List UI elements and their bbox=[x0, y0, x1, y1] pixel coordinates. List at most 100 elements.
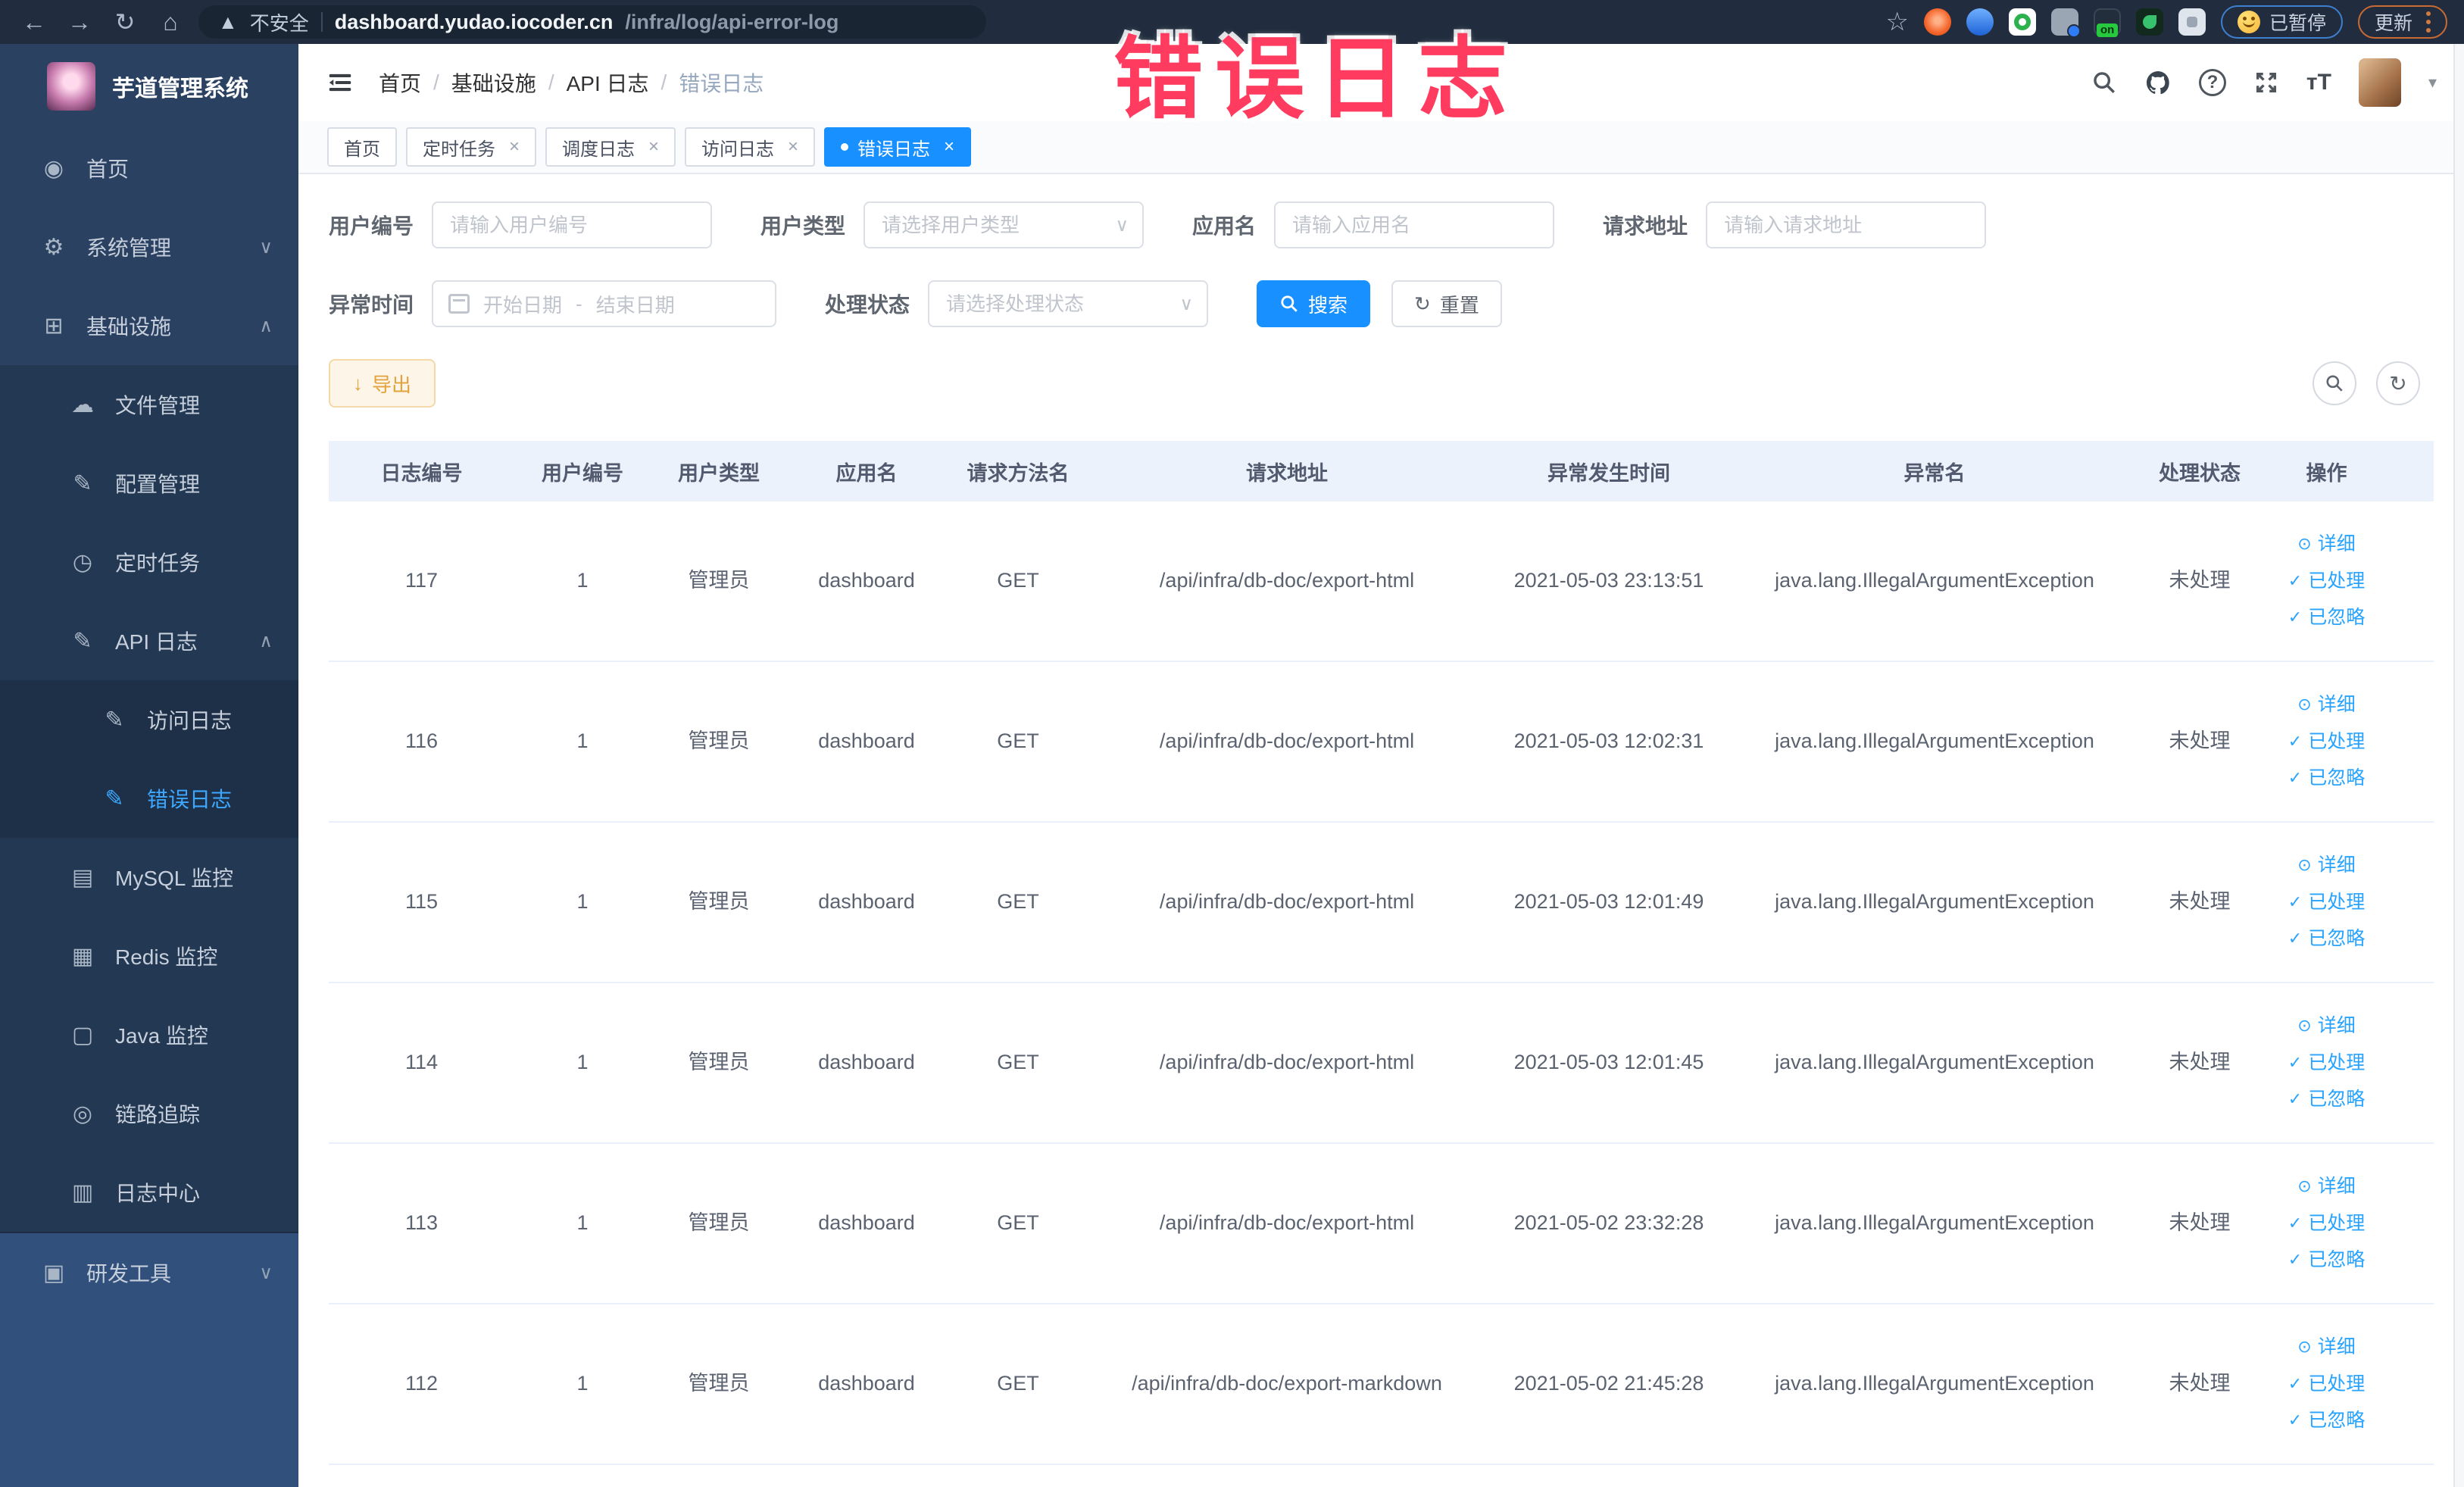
sidebar-item-9[interactable]: ▤ MySQL 监控 bbox=[0, 838, 298, 917]
extension-orange-icon[interactable] bbox=[1923, 8, 1951, 36]
sidebar-item-5[interactable]: ◷ 定时任务 bbox=[0, 523, 298, 601]
search-icon[interactable] bbox=[2091, 70, 2117, 95]
action-detail-link[interactable]: ⊙ 详细 bbox=[2297, 1335, 2355, 1360]
cell-actions: ⊙ 详细 ✓ 已处理 ✓ 已忽略 bbox=[2264, 853, 2389, 951]
table-row: 114 1 管理员 dashboard GET/api/infra/db-doc/exp… bbox=[329, 983, 2434, 1144]
action-detail-link[interactable]: ⊙ 详细 bbox=[2297, 692, 2355, 717]
sidebar-item-11[interactable]: ▢ Java 监控 bbox=[0, 995, 298, 1074]
action-ignored-link[interactable]: ✓ 已忽略 bbox=[2288, 605, 2365, 630]
help-icon[interactable]: ? bbox=[2198, 69, 2226, 96]
profile-paused-badge[interactable]: 已暂停 bbox=[2220, 5, 2343, 39]
sidebar-item-6[interactable]: ✎ API 日志 ∧ bbox=[0, 601, 298, 680]
github-icon[interactable] bbox=[2144, 69, 2172, 96]
action-detail-link[interactable]: ⊙ 详细 bbox=[2297, 853, 2355, 878]
action-processed-link[interactable]: ✓ 已处理 bbox=[2288, 569, 2365, 594]
action-ignored-link[interactable]: ✓ 已忽略 bbox=[2288, 926, 2365, 951]
scrollbar[interactable] bbox=[2453, 44, 2464, 1487]
extension-grid-icon[interactable] bbox=[2050, 8, 2081, 38]
action-detail-link[interactable]: ⊙ 详细 bbox=[2297, 1014, 2355, 1039]
refresh-table-button[interactable]: ↻ bbox=[2376, 361, 2420, 405]
sidebar-item-label: MySQL 监控 bbox=[115, 867, 234, 890]
process-status-select[interactable] bbox=[928, 280, 1209, 327]
close-icon[interactable]: × bbox=[788, 136, 798, 158]
action-label: 已处理 bbox=[2308, 1212, 2366, 1234]
user-id-input[interactable] bbox=[432, 201, 713, 248]
font-size-icon[interactable]: тT bbox=[2306, 70, 2331, 95]
tab-2[interactable]: 调度日志 × bbox=[545, 127, 676, 167]
cell-user-id: 1 bbox=[576, 890, 589, 914]
extension-green-ring-icon[interactable] bbox=[2008, 8, 2036, 36]
paused-label: 已暂停 bbox=[2269, 13, 2326, 34]
warning-icon: ▲ bbox=[218, 10, 238, 33]
export-button[interactable]: ↓ 导出 bbox=[329, 359, 436, 408]
tab-0[interactable]: 首页 bbox=[327, 127, 397, 167]
action-ignored-link[interactable]: ✓ 已忽略 bbox=[2288, 1248, 2365, 1273]
action-label: 已忽略 bbox=[2308, 928, 2366, 950]
sidebar-item-1[interactable]: ⚙ 系统管理 ∨ bbox=[0, 208, 298, 286]
cell-log-id: 116 bbox=[404, 729, 439, 753]
extensions-puzzle-icon[interactable] bbox=[2178, 8, 2206, 36]
action-ignored-link[interactable]: ✓ 已忽略 bbox=[2288, 1087, 2365, 1112]
hamburger-icon[interactable] bbox=[326, 68, 354, 97]
sidebar-item-4[interactable]: ✎ 配置管理 bbox=[0, 444, 298, 523]
action-ignored-link[interactable]: ✓ 已忽略 bbox=[2288, 1408, 2365, 1433]
action-processed-link[interactable]: ✓ 已处理 bbox=[2288, 1051, 2365, 1076]
menu-kebab-icon[interactable] bbox=[2426, 11, 2431, 33]
sidebar-item-8[interactable]: ✎ 错误日志 bbox=[0, 759, 298, 838]
page-content: 用户编号 用户类型 ∨ 应用名 请求地址 异常时 bbox=[298, 174, 2464, 1465]
filter-label: 用户编号 bbox=[329, 214, 414, 238]
browser-update-button[interactable]: 更新 bbox=[2357, 5, 2447, 39]
close-icon[interactable]: × bbox=[509, 136, 520, 158]
eye-icon: ⊙ bbox=[2297, 1176, 2312, 1196]
sidebar-item-2[interactable]: ⊞ 基础设施 ∧ bbox=[0, 286, 298, 365]
fullscreen-icon[interactable] bbox=[2253, 70, 2279, 95]
action-processed-link[interactable]: ✓ 已处理 bbox=[2288, 1211, 2365, 1236]
user-avatar[interactable] bbox=[2358, 58, 2401, 107]
extension-on-badge-icon[interactable]: on bbox=[2093, 8, 2121, 37]
action-processed-link[interactable]: ✓ 已处理 bbox=[2288, 890, 2365, 915]
user-type-select[interactable] bbox=[863, 201, 1145, 248]
action-detail-link[interactable]: ⊙ 详细 bbox=[2297, 1174, 2355, 1199]
sidebar-item-7[interactable]: ✎ 访问日志 bbox=[0, 680, 298, 759]
breadcrumb-home[interactable]: 首页 bbox=[379, 67, 421, 98]
action-processed-link[interactable]: ✓ 已处理 bbox=[2288, 1372, 2365, 1397]
close-icon[interactable]: × bbox=[648, 136, 659, 158]
address-bar[interactable]: ▲ 不安全 dashboard.yudao.iocoder.cn /infra/… bbox=[198, 5, 986, 39]
home-icon[interactable]: ⌂ bbox=[153, 8, 188, 36]
sidebar-item-13[interactable]: ▥ 日志中心 bbox=[0, 1153, 298, 1232]
reload-icon[interactable]: ↻ bbox=[108, 8, 142, 36]
tab-label: 首页 bbox=[344, 139, 380, 160]
back-icon[interactable]: ← bbox=[17, 8, 52, 36]
breadcrumb-infra[interactable]: 基础设施 bbox=[451, 67, 536, 98]
extension-blue-icon[interactable] bbox=[1966, 8, 1994, 36]
action-detail-link[interactable]: ⊙ 详细 bbox=[2297, 532, 2355, 557]
cell-exception-name: java.lang.IllegalArgumentException bbox=[1775, 1211, 2094, 1235]
tab-4[interactable]: 错误日志 × bbox=[824, 127, 972, 167]
sidebar-item-12[interactable]: ◎ 链路追踪 bbox=[0, 1074, 298, 1153]
sidebar-item-14[interactable]: ▣ 研发工具 ∨ bbox=[0, 1233, 298, 1312]
logo-avatar bbox=[47, 62, 95, 111]
action-ignored-link[interactable]: ✓ 已忽略 bbox=[2288, 766, 2365, 791]
search-button[interactable]: 搜索 bbox=[1257, 280, 1371, 327]
tab-3[interactable]: 访问日志 × bbox=[685, 127, 816, 167]
date-range-picker[interactable]: 开始日期 - 结束日期 bbox=[432, 280, 777, 327]
sidebar-item-0[interactable]: ◉ 首页 bbox=[0, 129, 298, 208]
action-processed-link[interactable]: ✓ 已处理 bbox=[2288, 729, 2365, 754]
sidebar-item-3[interactable]: ☁ 文件管理 bbox=[0, 365, 298, 444]
app-name-input[interactable] bbox=[1274, 201, 1555, 248]
app-logo[interactable]: 芋道管理系统 bbox=[0, 44, 298, 129]
cell-log-id: 114 bbox=[404, 1051, 439, 1074]
close-icon[interactable]: × bbox=[944, 136, 954, 158]
toggle-search-button[interactable] bbox=[2313, 361, 2356, 405]
forward-icon[interactable]: → bbox=[62, 8, 97, 36]
request-url-input[interactable] bbox=[1706, 201, 1987, 248]
sidebar-item-10[interactable]: ▦ Redis 监控 bbox=[0, 917, 298, 995]
reset-button[interactable]: ↻ 重置 bbox=[1391, 280, 1502, 327]
extension-leaf-icon[interactable] bbox=[2135, 8, 2163, 36]
tab-1[interactable]: 定时任务 × bbox=[406, 127, 537, 167]
filter-label: 请求地址 bbox=[1603, 214, 1688, 238]
avatar-caret-icon[interactable]: ▾ bbox=[2428, 73, 2437, 92]
breadcrumb-api-log[interactable]: API 日志 bbox=[567, 67, 649, 98]
infrastructure-icon: ⊞ bbox=[44, 313, 64, 339]
bookmark-star-icon[interactable]: ☆ bbox=[1885, 7, 1908, 37]
